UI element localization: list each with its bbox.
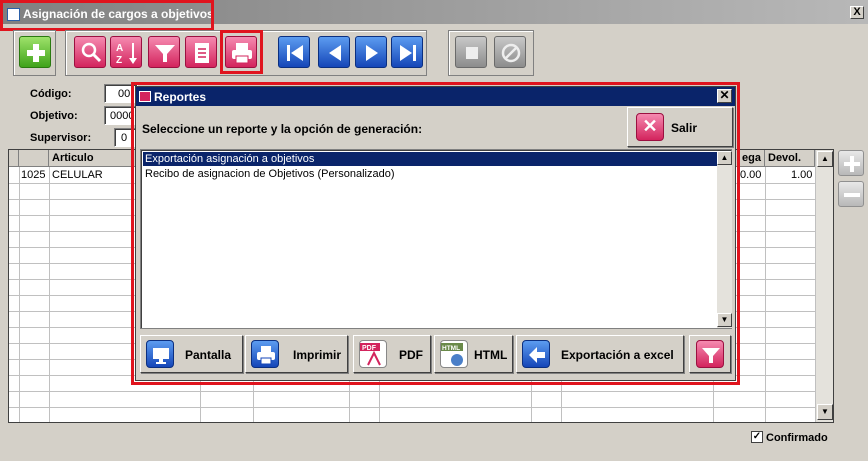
remove-row-button[interactable] [838, 181, 864, 207]
confirmado-checkbox[interactable]: ✓ [751, 431, 763, 443]
report-icon [195, 43, 209, 63]
grid-row-line [9, 407, 815, 408]
excel-export-button[interactable]: Exportación a excel [516, 335, 684, 373]
objetivo-label: Objetivo: [30, 110, 78, 122]
salir-button[interactable]: ✕ Salir [627, 107, 733, 147]
next-icon [366, 45, 378, 61]
dialog-filter-button[interactable] [689, 335, 731, 373]
pantalla-label: Pantalla [185, 348, 232, 362]
list-scroll-down[interactable]: ▼ [717, 313, 732, 327]
previous-record-button[interactable] [318, 36, 350, 68]
sort-az-icon: AZ [116, 43, 137, 66]
stop-button[interactable] [455, 36, 487, 68]
svg-text:Z: Z [116, 55, 122, 66]
close-icon: ✕ [636, 113, 664, 141]
grid-scroll-down[interactable]: ▼ [817, 404, 833, 420]
supervisor-label: Supervisor: [30, 132, 92, 144]
dialog-title: Reportes [154, 90, 207, 104]
report-item-0[interactable]: Exportación asignación a objetivos [143, 152, 717, 166]
printer-icon [251, 340, 279, 368]
filter-icon [696, 340, 724, 368]
pantalla-button[interactable]: Pantalla [140, 335, 243, 373]
pdf-label: PDF [399, 348, 423, 362]
html-icon: HTML [440, 340, 468, 368]
grid-row-line [9, 391, 815, 392]
dialog-titlebar: Reportes ✕ [136, 87, 735, 106]
filter-button[interactable] [148, 36, 180, 68]
cancel-icon [501, 43, 521, 63]
list-scroll-up[interactable]: ▲ [717, 151, 732, 165]
plus-icon [844, 156, 860, 172]
grid-scroll-up[interactable]: ▲ [817, 151, 833, 167]
add-row-button[interactable] [838, 150, 864, 176]
html-button[interactable]: HTML HTML [434, 335, 513, 373]
excel-label: Exportación a excel [561, 348, 674, 362]
report-list-scrollbar[interactable]: ▲ ▼ [717, 151, 732, 328]
search-icon [81, 42, 102, 63]
report-icon [139, 91, 151, 102]
add-button[interactable] [19, 36, 51, 68]
dialog-prompt: Seleccione un reporte y la opción de gen… [142, 122, 423, 136]
last-record-button[interactable] [391, 36, 423, 68]
title-highlight [0, 0, 214, 31]
minus-icon [844, 193, 860, 197]
grid-header-devol[interactable]: Devol. [765, 150, 815, 167]
salir-label: Salir [671, 121, 698, 135]
grid-header-codigo [19, 150, 49, 167]
cell-entrega[interactable]: 0.00 [740, 169, 761, 181]
confirmado-label: Confirmado [766, 432, 828, 444]
report-list-button[interactable] [185, 36, 217, 68]
grid-header-indicator [9, 150, 19, 167]
pdf-icon: PDF [359, 340, 387, 368]
reportes-dialog: Reportes ✕ Seleccione un reporte y la op… [135, 86, 736, 381]
sort-button[interactable]: AZ [110, 36, 142, 68]
html-label: HTML [474, 348, 508, 362]
window-close-button[interactable]: X [850, 6, 864, 19]
cell-devol[interactable]: 1.00 [791, 169, 812, 181]
monitor-icon [146, 340, 174, 368]
next-record-button[interactable] [355, 36, 387, 68]
pdf-icon-text: PDF [362, 345, 377, 352]
stop-icon [466, 47, 478, 59]
cancel-button[interactable] [494, 36, 526, 68]
excel-icon [522, 340, 550, 368]
print-highlight [220, 30, 263, 74]
previous-icon [329, 45, 341, 61]
first-record-button[interactable] [278, 36, 310, 68]
cell-codigo[interactable]: 1025 [21, 169, 45, 181]
imprimir-button[interactable]: Imprimir [245, 335, 348, 373]
grid-header-entrega[interactable]: ega [739, 150, 765, 167]
html-icon-text: HTML [442, 345, 460, 352]
report-listbox[interactable]: Exportación asignación a objetivos Recib… [140, 149, 732, 329]
search-button[interactable] [74, 36, 106, 68]
first-icon [287, 45, 303, 61]
filter-icon [155, 45, 175, 62]
imprimir-label: Imprimir [293, 348, 342, 362]
plus-icon [27, 44, 45, 62]
last-icon [400, 45, 416, 61]
svg-text:A: A [116, 43, 123, 54]
codigo-label: Código: [30, 88, 72, 100]
grid-scrollbar[interactable]: ▲ ▼ [815, 150, 833, 422]
pdf-button[interactable]: PDF PDF [353, 335, 431, 373]
dialog-close-button[interactable]: ✕ [717, 89, 732, 103]
cell-articulo[interactable]: CELULAR [52, 169, 103, 181]
report-item-1[interactable]: Recibo de asignacion de Objetivos (Perso… [143, 167, 717, 181]
